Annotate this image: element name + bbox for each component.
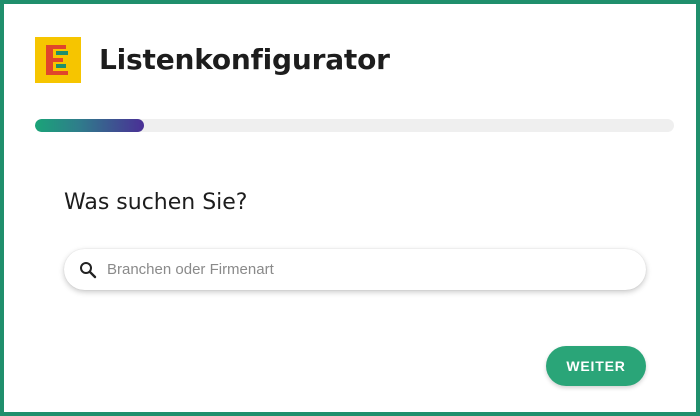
search-icon (79, 261, 97, 279)
progress-fill (35, 119, 144, 132)
logo-letter-bar-middle (46, 58, 63, 62)
listenkonfigurator-logo-icon (35, 37, 81, 83)
question-heading: Was suchen Sie? (64, 190, 248, 215)
progress-bar (35, 119, 674, 132)
logo-letter-bar-bottom (46, 71, 68, 75)
logo-accent-bottom (56, 64, 66, 68)
app-frame: Listenkonfigurator Was suchen Sie? WEITE… (0, 0, 700, 416)
next-button[interactable]: WEITER (546, 346, 646, 386)
logo-accent-top (56, 51, 68, 55)
app-title: Listenkonfigurator (99, 43, 390, 76)
logo-letter-bar-top (46, 45, 66, 49)
search-field[interactable] (64, 249, 646, 290)
search-input[interactable] (107, 261, 607, 278)
